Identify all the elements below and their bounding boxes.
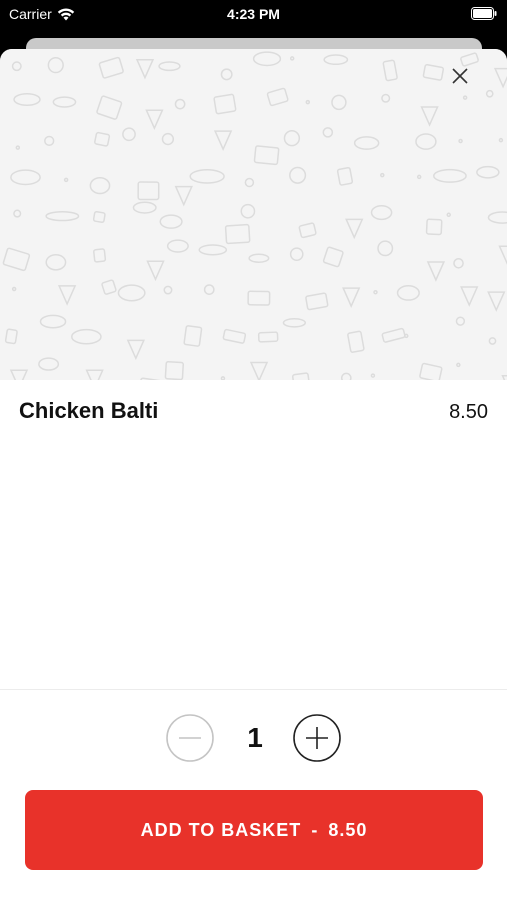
quantity-stepper: 1 <box>0 712 507 762</box>
add-button-label: ADD TO BASKET <box>140 819 302 840</box>
add-button-separator: - <box>311 819 319 840</box>
quantity-value: 1 <box>247 722 263 753</box>
add-to-basket-button[interactable]: ADD TO BASKET - 8.50 <box>25 790 483 870</box>
item-image-placeholder <box>0 49 507 380</box>
minus-circle-icon[interactable] <box>166 714 214 762</box>
close-icon <box>452 68 468 84</box>
status-time: 4:23 PM <box>227 6 280 22</box>
status-bar: Carrier 4:23 PM <box>0 0 507 30</box>
add-button-price: 8.50 <box>328 819 368 840</box>
battery-icon <box>471 7 497 20</box>
divider <box>0 689 507 690</box>
item-info: Chicken Balti 8.50 <box>0 398 507 432</box>
close-button[interactable] <box>451 67 481 97</box>
item-price: 8.50 <box>449 401 488 423</box>
plus-circle-icon[interactable] <box>293 714 341 762</box>
item-detail-sheet: Chicken Balti 8.50 1 ADD TO BASKET - 8.5… <box>0 49 507 900</box>
food-doodle-pattern <box>2 51 507 380</box>
item-name: Chicken Balti <box>19 398 159 423</box>
